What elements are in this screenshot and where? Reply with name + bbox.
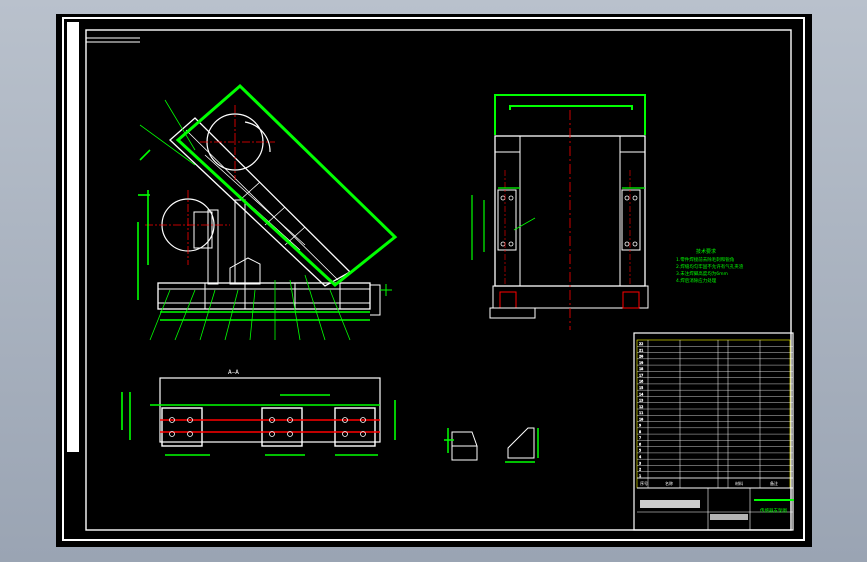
tb-header-2: 名称 (665, 480, 673, 486)
tb-row-number: 13 (639, 399, 643, 403)
tb-row-number: 7 (639, 436, 641, 440)
tb-row-number: 3 (639, 461, 641, 465)
technical-notes: 技术要求 1.零件焊接前去除毛刺和锐角 2.焊缝均匀牢固不允许有气孔夹渣 3.未… (676, 248, 744, 284)
detail-views (444, 427, 539, 463)
note-1: 1.零件焊接前去除毛刺和锐角 (676, 256, 734, 263)
tb-row-number: 16 (639, 380, 643, 384)
tb-header-1: 序号 (640, 480, 648, 486)
cad-drawing[interactable]: 技术要求 1.零件焊接前去除毛刺和锐角 2.焊缝均匀牢固不允许有气孔夹渣 3.未… (0, 0, 867, 562)
tb-row-number: 8 (639, 430, 641, 434)
side-view (471, 94, 649, 330)
cad-viewport[interactable]: 技术要求 1.零件焊接前去除毛刺和锐角 2.焊缝均匀牢固不允许有气孔夹渣 3.未… (0, 0, 867, 562)
tb-row-number: 11 (639, 411, 643, 415)
tb-row-number: 9 (639, 424, 641, 428)
plan-view: A—A (121, 369, 396, 456)
title-block: 22212019181716151413121110987654321 序号 名… (633, 332, 794, 531)
note-4: 4.焊后消除应力处理 (676, 277, 717, 284)
front-view (137, 83, 398, 341)
note-2: 2.焊缝均匀牢固不允许有气孔夹渣 (676, 263, 744, 270)
notes-heading: 技术要求 (696, 248, 716, 255)
tb-row-number: 4 (639, 455, 641, 459)
section-label: A—A (228, 369, 239, 376)
tb-row-number: 6 (639, 442, 641, 446)
tb-row-number: 18 (639, 367, 643, 371)
binding-strip (67, 22, 79, 452)
drawing-title: 传感器支架图 (760, 507, 787, 514)
note-3: 3.未注焊脚高度均为6mm (676, 270, 728, 277)
tb-row-number: 20 (639, 355, 643, 359)
tb-header-4: 备注 (770, 480, 778, 486)
tb-row-number: 17 (639, 373, 643, 377)
tb-row-number: 19 (639, 361, 643, 365)
tb-row-number: 2 (639, 468, 641, 472)
tb-row-number: 14 (639, 392, 643, 396)
tb-row-number: 22 (639, 342, 643, 346)
tb-row-number: 5 (639, 449, 641, 453)
tb-row-number: 1 (639, 474, 641, 478)
tb-header-3: 材料 (735, 480, 743, 486)
tb-row-number: 12 (639, 405, 643, 409)
tb-row-number: 10 (639, 417, 643, 421)
tb-row-number: 21 (639, 348, 643, 352)
tb-row-number: 15 (639, 386, 643, 390)
